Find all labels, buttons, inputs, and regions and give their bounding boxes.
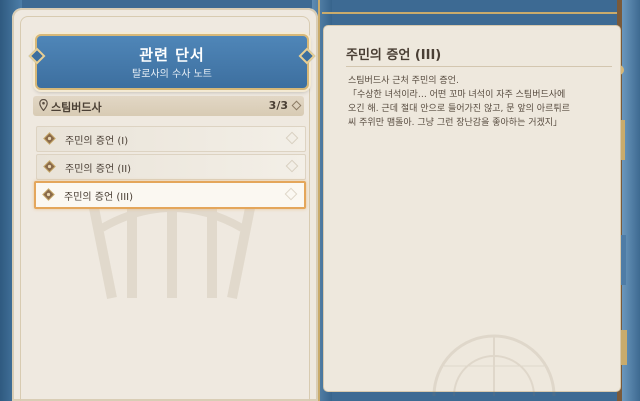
clue-detail-panel: 주민의 증언 (III) 스팀버드사 근처 주민의 증언. 「수상한 녀석이라…… [324,26,620,396]
frame-gold-line [318,0,320,401]
location-pin-icon [39,99,48,111]
frame-gold-line-top [322,12,622,14]
clue-entry-label: 주민의 증언 (III) [64,192,134,203]
faint-diamond-icon [285,131,299,145]
clue-entry-2[interactable]: 주민의 증언 (II) [36,154,306,180]
detail-divider [346,66,612,67]
clue-entry-3-selected[interactable]: 주민의 증언 (III) [34,181,306,209]
category-name: 스팀버드사 [51,101,102,114]
clue-header-banner: 관련 단서 탈로사의 수사 노트 [28,34,316,90]
detail-line: 씨 주위만 맴돌아. 그냥 그런 장난감을 좋아하는 거겠지」 [348,118,563,128]
diamond-icon [291,100,302,111]
clue-entry-label: 주민의 증언 (II) [65,164,132,175]
detail-line: 「수상한 녀석이라… 어떤 꼬마 녀석이 자주 스팀버드사에 [348,90,566,100]
category-count: 3/3 [268,99,288,112]
clue-entry-label: 주민의 증언 (I) [65,136,129,147]
clue-item-icon [42,188,55,201]
faint-diamond-icon [284,187,298,201]
detail-body: 스팀버드사 근처 주민의 증언. 「수상한 녀석이라… 어떤 꼬마 녀석이 자주… [348,74,616,130]
gear-ornament-icon [432,334,556,396]
header-title: 관련 단서 [139,46,205,64]
header-subtitle: 탈로사의 수사 노트 [132,69,212,80]
faint-diamond-icon [285,159,299,173]
clue-item-icon [43,160,56,173]
clue-category-row[interactable]: 스팀버드사 3/3 [33,96,304,116]
detail-title: 주민의 증언 (III) [346,48,442,63]
detail-line: 오긴 해. 근데 절대 안으로 들어가진 않고, 문 앞의 아르튀르 [348,104,570,114]
clue-item-icon [43,132,56,145]
clue-entry-1[interactable]: 주민의 증언 (I) [36,126,306,152]
detail-line: 스팀버드사 근처 주민의 증언. [348,76,459,86]
